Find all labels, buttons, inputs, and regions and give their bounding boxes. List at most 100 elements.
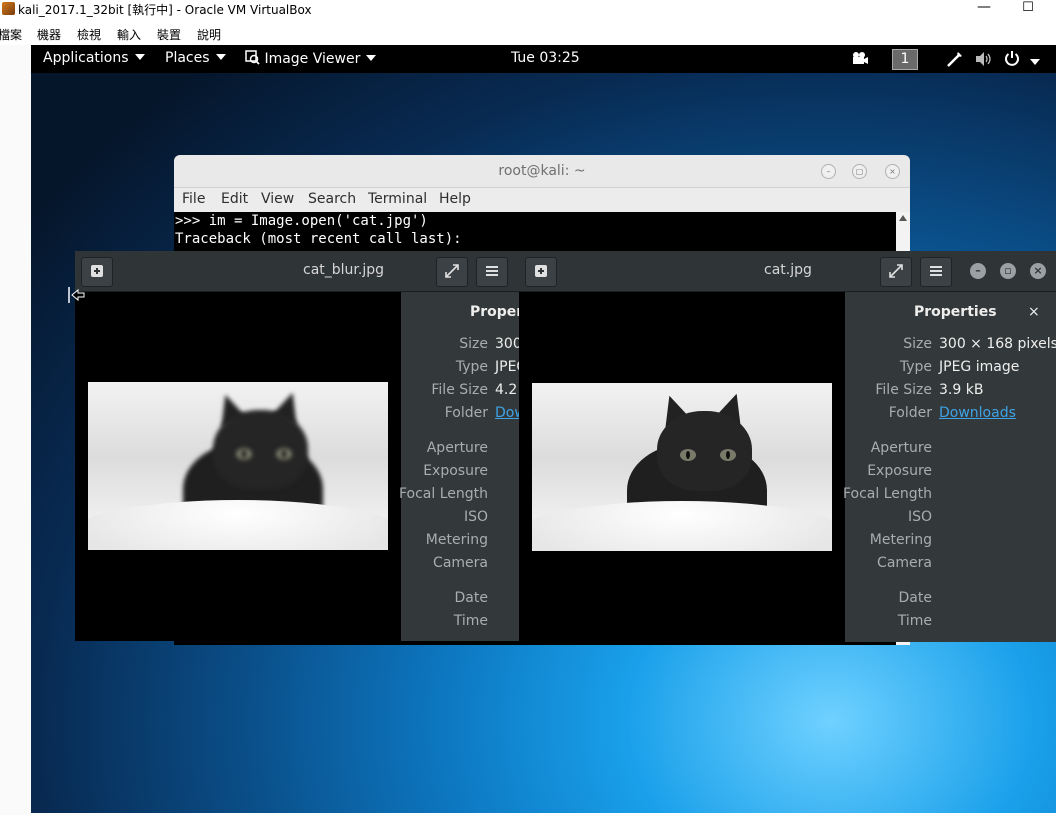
expand-icon — [889, 264, 903, 278]
terminal-menu-terminal[interactable]: Terminal — [368, 191, 427, 207]
workspace-indicator[interactable]: 1 — [892, 49, 918, 70]
host-menu-view[interactable]: 檢視 — [77, 26, 101, 43]
host-menu-devices[interactable]: 裝置 — [157, 26, 181, 43]
host-menu-machine[interactable]: 機器 — [37, 26, 61, 43]
places-menu[interactable]: Places — [165, 50, 226, 66]
metering-label: Metering — [425, 532, 488, 548]
size-value: 300 × 168 pixels — [939, 336, 1056, 352]
pen-icon[interactable] — [946, 51, 963, 72]
vm-desktop: Applications Places Image Viewer Tue 03:… — [31, 45, 1056, 813]
chevron-down-icon — [134, 54, 145, 60]
viewer-header-cat: cat.jpg – ▫ × — [519, 251, 1056, 292]
clock[interactable]: Tue 03:25 — [511, 50, 580, 66]
time-label: Time — [453, 613, 488, 629]
terminal-menu-search[interactable]: Search — [308, 191, 356, 207]
maximize-icon[interactable]: ▫ — [1000, 263, 1016, 279]
terminal-minimize-button[interactable]: – — [821, 164, 836, 179]
viewer-title-cat: cat.jpg — [764, 262, 812, 278]
camera-label: Camera — [877, 555, 932, 571]
properties-title: Properties — [914, 304, 997, 320]
aperture-label: Aperture — [426, 440, 488, 456]
host-menu-file[interactable]: 檔案 — [0, 26, 22, 43]
type-value: JPEG — [495, 359, 519, 375]
host-window-title: kali_2017.1_32bit [執行中] - Oracle VM Virt… — [18, 3, 312, 17]
size-value: 300 — [495, 336, 519, 352]
image-viewer-label: Image Viewer — [264, 51, 361, 67]
metering-label: Metering — [869, 532, 932, 548]
chevron-down-icon — [366, 55, 377, 61]
terminal-menu-edit[interactable]: Edit — [221, 191, 248, 207]
menu-button[interactable] — [920, 257, 952, 287]
volume-icon[interactable] — [975, 51, 993, 71]
date-label: Date — [454, 590, 488, 606]
viewer-title-blur: cat_blur.jpg — [303, 262, 384, 278]
properties-close-button[interactable]: × — [1028, 304, 1040, 320]
host-title-bar: kali_2017.1_32bit [執行中] - Oracle VM Virt… — [0, 0, 1058, 20]
type-label: Type — [899, 359, 932, 375]
terminal-menu-help[interactable]: Help — [439, 191, 471, 207]
fullscreen-button[interactable] — [880, 257, 912, 287]
power-icon[interactable] — [1004, 50, 1041, 71]
expand-icon — [445, 264, 459, 278]
iso-label: ISO — [907, 509, 932, 525]
file-size-label: File Size — [875, 382, 932, 398]
time-label: Time — [897, 613, 932, 629]
file-size-value: 3.9 kB — [939, 382, 984, 398]
blurred-cat-image[interactable] — [88, 382, 388, 550]
size-label: Size — [903, 336, 932, 352]
host-side-strip — [0, 45, 31, 815]
size-label: Size — [459, 336, 488, 352]
host-maximize-button[interactable]: ☐ — [1020, 0, 1036, 16]
places-label: Places — [165, 50, 210, 66]
image-viewer-app-menu[interactable]: Image Viewer — [245, 50, 377, 67]
new-window-button[interactable] — [525, 257, 557, 287]
exposure-label: Exposure — [867, 463, 932, 479]
new-window-button[interactable] — [81, 257, 113, 287]
hamburger-icon — [930, 266, 942, 276]
chevron-down-icon — [215, 54, 226, 60]
iso-label: ISO — [463, 509, 488, 525]
gnome-top-bar: Applications Places Image Viewer Tue 03:… — [31, 45, 1056, 73]
fullscreen-button[interactable] — [436, 257, 468, 287]
properties-sidebar-cat: Properties × Size 300 × 168 pixels Type … — [843, 292, 1056, 642]
cat-image[interactable] — [532, 383, 832, 551]
terminal-menu-view[interactable]: View — [261, 191, 294, 207]
folder-link[interactable]: Dow — [495, 405, 519, 421]
viewer-header-blur: cat_blur.jpg — [75, 251, 519, 292]
terminal-line: >>> im = Image.open('cat.jpg') — [175, 213, 428, 229]
hamburger-icon — [486, 266, 498, 276]
file-size-label: File Size — [431, 382, 488, 398]
host-menu-input[interactable]: 輸入 — [117, 26, 141, 43]
aperture-label: Aperture — [870, 440, 932, 456]
applications-label: Applications — [43, 50, 129, 66]
terminal-header: root@kali: ~ – ▢ × — [174, 155, 910, 188]
folder-label: Folder — [444, 405, 488, 421]
menu-button[interactable] — [476, 257, 508, 287]
plus-square-icon — [535, 265, 547, 277]
terminal-maximize-button[interactable]: ▢ — [852, 164, 867, 179]
focal-length-label: Focal Length — [398, 486, 488, 502]
chevron-down-icon — [1030, 59, 1041, 65]
camera-icon[interactable] — [851, 51, 869, 69]
virtualbox-icon — [2, 2, 15, 15]
image-viewer-icon — [245, 50, 260, 65]
close-icon[interactable]: × — [1030, 263, 1046, 279]
minimize-icon[interactable]: – — [970, 263, 986, 279]
type-label: Type — [455, 359, 488, 375]
terminal-title: root@kali: ~ — [498, 163, 586, 179]
exposure-label: Exposure — [423, 463, 488, 479]
folder-link[interactable]: Downloads — [939, 405, 1016, 421]
file-size-value: 4.2 — [495, 382, 518, 398]
host-minimize-button[interactable]: — — [976, 0, 992, 16]
focal-length-label: Focal Length — [842, 486, 932, 502]
applications-menu[interactable]: Applications — [43, 50, 145, 66]
plus-square-icon — [91, 265, 103, 277]
properties-title: Propert — [470, 304, 519, 320]
type-value: JPEG image — [939, 359, 1020, 375]
date-label: Date — [898, 590, 932, 606]
viewer-window-blur: cat_blur.jpg Propert Size 300 Type JPEG … — [75, 251, 519, 641]
terminal-menu-file[interactable]: File — [182, 191, 205, 207]
scroll-up-icon[interactable] — [899, 215, 907, 221]
host-menu-help[interactable]: 說明 — [197, 26, 221, 43]
terminal-close-button[interactable]: × — [885, 164, 900, 179]
